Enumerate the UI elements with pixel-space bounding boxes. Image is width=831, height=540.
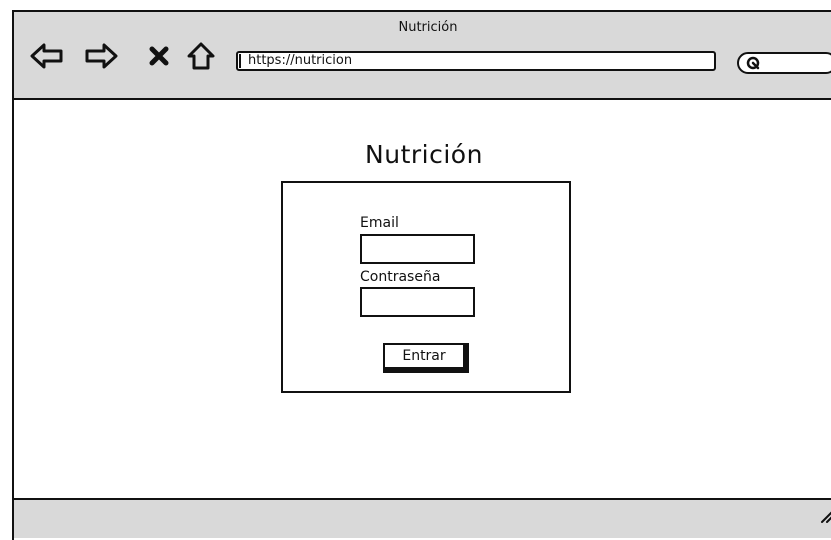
home-icon[interactable] bbox=[184, 42, 218, 70]
browser-titlebar: Nutrición https://nutricion bbox=[14, 12, 831, 100]
password-label: Contraseña bbox=[360, 269, 441, 285]
submit-button-label: Entrar bbox=[383, 343, 465, 369]
password-field[interactable] bbox=[360, 287, 475, 317]
submit-button[interactable]: Entrar bbox=[383, 343, 469, 373]
window-title: Nutrición bbox=[398, 20, 458, 35]
email-label: Email bbox=[360, 215, 399, 231]
browser-statusbar bbox=[14, 498, 831, 538]
forward-arrow-icon[interactable] bbox=[84, 42, 118, 70]
search-button[interactable] bbox=[737, 52, 831, 74]
page-title: Nutrición bbox=[365, 140, 483, 169]
login-form: Email Contraseña Entrar bbox=[281, 181, 571, 393]
browser-window: Nutrición https://nutricion Nutrición Em… bbox=[12, 10, 831, 540]
resize-grip-icon[interactable] bbox=[820, 508, 831, 527]
close-icon[interactable] bbox=[142, 42, 176, 70]
url-input[interactable]: https://nutricion bbox=[236, 51, 716, 71]
back-arrow-icon[interactable] bbox=[30, 42, 64, 70]
search-icon bbox=[746, 56, 762, 76]
page-content: Nutrición Email Contraseña Entrar bbox=[14, 100, 831, 500]
email-field[interactable] bbox=[360, 234, 475, 264]
